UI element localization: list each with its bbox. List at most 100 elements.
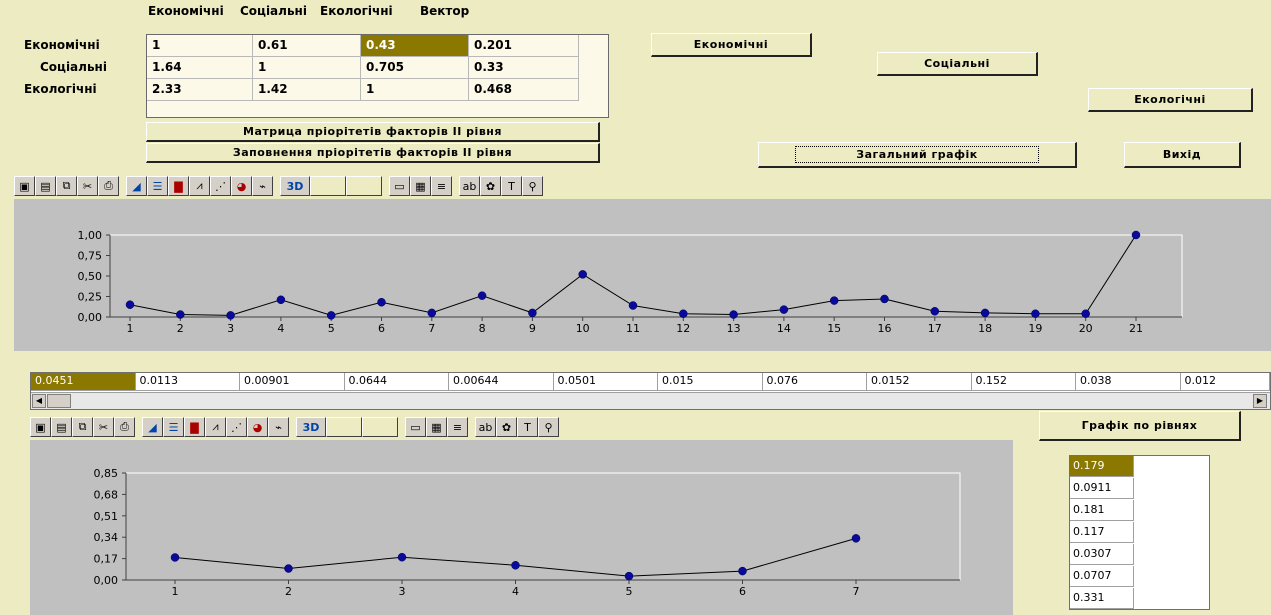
3d-icon[interactable]: 3D xyxy=(296,417,326,437)
matrix-cell[interactable]: 0.201 xyxy=(469,35,579,57)
print-icon[interactable]: ⎙ xyxy=(98,176,119,196)
matrix-cell[interactable]: 1 xyxy=(361,79,469,101)
horizontal-scrollbar[interactable]: ◀ ▶ xyxy=(31,392,1270,409)
strip-cell[interactable]: 0.015 xyxy=(658,373,763,391)
pie-chart-icon[interactable]: ◕ xyxy=(231,176,252,196)
level-value[interactable]: 0.0307 xyxy=(1070,544,1134,565)
pie-chart-icon[interactable]: ◕ xyxy=(247,417,268,437)
grid-icon[interactable]: ▦ xyxy=(426,417,447,437)
x-tick-label: 7 xyxy=(428,322,435,335)
scroll-thumb[interactable] xyxy=(47,394,71,408)
font-icon[interactable]: T xyxy=(501,176,522,196)
lines-icon[interactable]: ≡ xyxy=(431,176,452,196)
matrix-cell[interactable]: 0.468 xyxy=(469,79,579,101)
strip-cell[interactable]: 0.0152 xyxy=(867,373,972,391)
matrix-cell[interactable]: 1.64 xyxy=(147,57,253,79)
font-icon[interactable]: T xyxy=(517,417,538,437)
factor-values-strip[interactable]: 0.0451 0.0113 0.00901 0.0644 0.00644 0.0501 0.… xyxy=(30,372,1271,410)
economic-button[interactable]: Економічні xyxy=(651,33,812,57)
level-value[interactable]: 0.117 xyxy=(1070,522,1134,543)
xy-chart-icon[interactable]: ⌁ xyxy=(252,176,273,196)
strip-cell[interactable]: 0.038 xyxy=(1076,373,1181,391)
chart-by-levels-button[interactable]: Графік по рівнях xyxy=(1039,411,1241,441)
blank-icon[interactable] xyxy=(326,417,362,437)
data-icon[interactable]: ▭ xyxy=(405,417,426,437)
save-as-icon[interactable]: ▤ xyxy=(35,176,56,196)
level-value[interactable]: 0.181 xyxy=(1070,500,1134,521)
strip-cell[interactable]: 0.0113 xyxy=(135,373,240,391)
matrix-cell-selected[interactable]: 0.43 xyxy=(361,35,469,57)
data-icon[interactable]: ▭ xyxy=(389,176,410,196)
zoom-icon[interactable]: ⚲ xyxy=(522,176,543,196)
save-as-icon[interactable]: ▤ xyxy=(51,417,72,437)
strip-cell[interactable]: 0.152 xyxy=(971,373,1076,391)
data-point xyxy=(276,295,286,305)
grid-icon[interactable]: ▦ xyxy=(410,176,431,196)
palette-icon[interactable]: ✿ xyxy=(480,176,501,196)
print-icon[interactable]: ⎙ xyxy=(114,417,135,437)
level-values-list[interactable]: 0.179 0.0911 0.181 0.117 0.0307 0.0707 0.331 xyxy=(1069,455,1210,610)
matrix-cell[interactable]: 1 xyxy=(253,57,361,79)
data-point xyxy=(738,566,747,576)
column-chart-icon[interactable]: ▇ xyxy=(168,176,189,196)
blank-icon[interactable] xyxy=(346,176,382,196)
lines-icon[interactable]: ≡ xyxy=(447,417,468,437)
matrix-cell[interactable]: 1.42 xyxy=(253,79,361,101)
x-tick-label: 11 xyxy=(626,322,640,335)
bar-chart-icon[interactable]: ☰ xyxy=(147,176,168,196)
palette-icon[interactable]: ✿ xyxy=(496,417,517,437)
matrix-cell[interactable]: 0.61 xyxy=(253,35,361,57)
strip-cell-selected[interactable]: 0.0451 xyxy=(31,373,136,391)
x-tick-label: 3 xyxy=(227,322,234,335)
general-chart-button[interactable]: Загальний графік xyxy=(758,142,1077,168)
strip-cell[interactable]: 0.00901 xyxy=(240,373,345,391)
matrix-priorities-button[interactable]: Матрица пріорітетів факторів ІІ рівня xyxy=(146,122,600,142)
text-icon[interactable]: ab xyxy=(459,176,480,196)
level-value[interactable]: 0.0911 xyxy=(1070,478,1134,499)
save-icon[interactable]: ▣ xyxy=(30,417,51,437)
exit-button[interactable]: Вихід xyxy=(1124,142,1241,168)
copy-icon[interactable]: ⧉ xyxy=(56,176,77,196)
fill-priorities-button[interactable]: Заповнення пріорітетів факторів ІІ рівня xyxy=(146,143,600,163)
ecological-button[interactable]: Екологічні xyxy=(1088,88,1253,112)
y-tick-label: 0,51 xyxy=(94,510,119,523)
level-value[interactable]: 0.0707 xyxy=(1070,566,1134,587)
3d-icon[interactable]: 3D xyxy=(280,176,310,196)
social-button[interactable]: Соціальні xyxy=(877,52,1038,76)
xy-chart-icon[interactable]: ⌁ xyxy=(268,417,289,437)
column-chart-icon[interactable]: ▇ xyxy=(184,417,205,437)
matrix-cell[interactable]: 0.705 xyxy=(361,57,469,79)
priority-matrix[interactable]: 1 0.61 0.43 0.201 1.64 1 0.705 0.33 2.33… xyxy=(146,34,609,118)
bar-chart-icon[interactable]: ☰ xyxy=(163,417,184,437)
area-chart-icon[interactable]: ◢ xyxy=(126,176,147,196)
copy-icon[interactable]: ⧉ xyxy=(72,417,93,437)
scatter-chart-icon[interactable]: ⋰ xyxy=(226,417,247,437)
save-icon[interactable]: ▣ xyxy=(14,176,35,196)
strip-cell[interactable]: 0.012 xyxy=(1180,373,1270,391)
cut-icon[interactable]: ✂ xyxy=(93,417,114,437)
level-value[interactable]: 0.331 xyxy=(1070,588,1134,609)
matrix-cell[interactable]: 1 xyxy=(147,35,253,57)
scatter-chart-icon[interactable]: ⋰ xyxy=(210,176,231,196)
cut-icon[interactable]: ✂ xyxy=(77,176,98,196)
strip-cell[interactable]: 0.00644 xyxy=(449,373,554,391)
matrix-cell[interactable]: 0.33 xyxy=(469,57,579,79)
strip-cell[interactable]: 0.0644 xyxy=(344,373,449,391)
zoom-icon[interactable]: ⚲ xyxy=(538,417,559,437)
matrix-cell[interactable]: 2.33 xyxy=(147,79,253,101)
x-tick-label: 4 xyxy=(277,322,284,335)
blank-icon[interactable] xyxy=(310,176,346,196)
x-tick-label: 21 xyxy=(1129,322,1143,335)
scroll-left-icon[interactable]: ◀ xyxy=(32,394,46,408)
data-point xyxy=(880,294,889,304)
text-icon[interactable]: ab xyxy=(475,417,496,437)
line-chart-icon[interactable]: ⩘ xyxy=(189,176,210,196)
level-value-selected[interactable]: 0.179 xyxy=(1070,456,1134,477)
strip-cell[interactable]: 0.076 xyxy=(762,373,867,391)
x-tick-label: 6 xyxy=(739,585,746,598)
strip-cell[interactable]: 0.0501 xyxy=(553,373,658,391)
line-chart-icon[interactable]: ⩘ xyxy=(205,417,226,437)
area-chart-icon[interactable]: ◢ xyxy=(142,417,163,437)
blank-icon[interactable] xyxy=(362,417,398,437)
scroll-right-icon[interactable]: ▶ xyxy=(1253,394,1267,408)
